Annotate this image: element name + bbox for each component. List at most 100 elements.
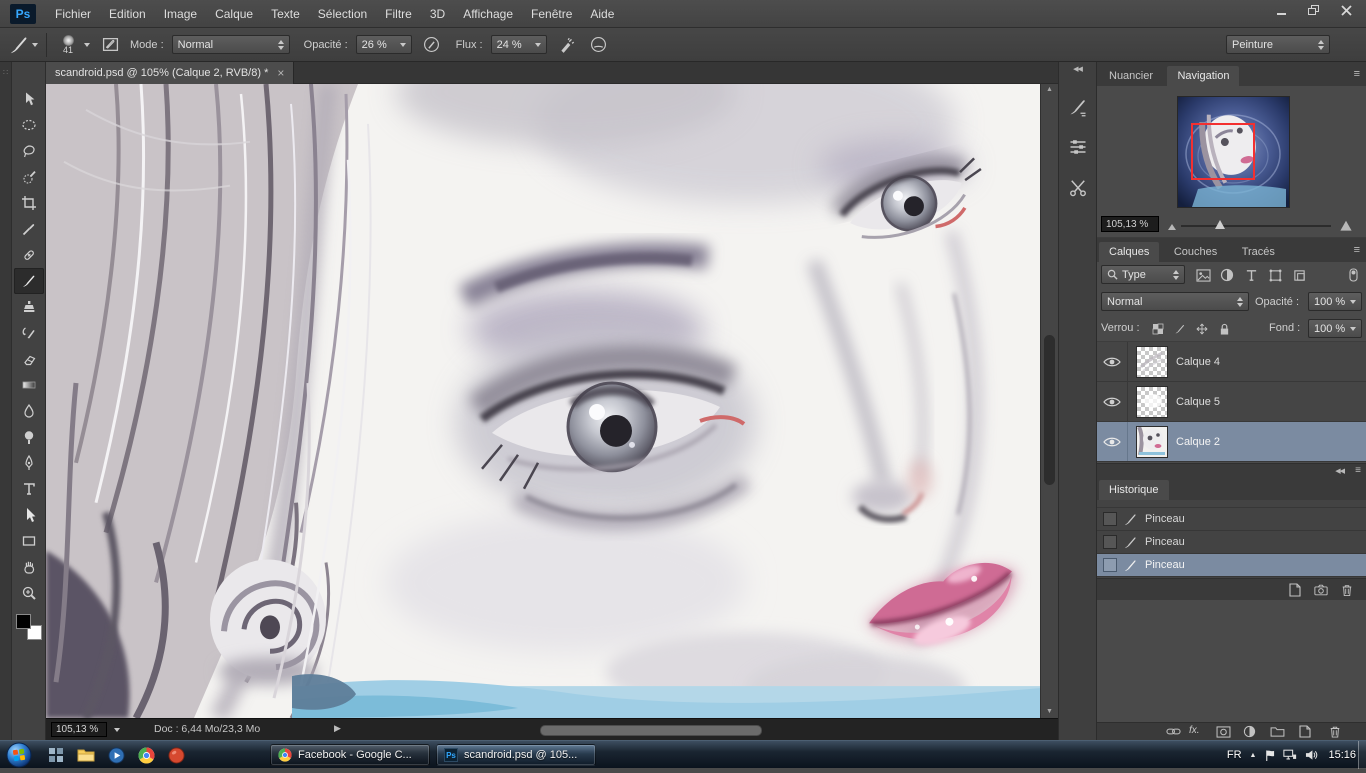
eyedropper-tool[interactable] — [14, 216, 44, 242]
color-swatches[interactable] — [15, 614, 42, 640]
expand-dock-button[interactable]: ◀◀ — [1059, 62, 1096, 78]
layer-row-calque4[interactable]: Calque 4 — [1097, 342, 1366, 382]
lock-pixels-button[interactable] — [1171, 320, 1189, 338]
layer-thumbnail[interactable] — [1136, 385, 1168, 418]
dock-grip[interactable]: ∷ — [3, 68, 8, 77]
restore-button[interactable] — [1300, 3, 1328, 18]
history-row-clipped[interactable]: Pinceau — [1097, 500, 1366, 508]
mode-select[interactable]: Normal — [171, 35, 290, 54]
rectangle-tool[interactable] — [14, 528, 44, 554]
pen-tool[interactable] — [14, 450, 44, 476]
tab-nuancier[interactable]: Nuancier — [1099, 66, 1163, 86]
menu-item-calque[interactable]: Calque — [206, 0, 262, 28]
eraser-tool[interactable] — [14, 346, 44, 372]
document-tab-close[interactable]: × — [277, 67, 284, 79]
vertical-scrollbar[interactable]: ▲ ▼ — [1040, 84, 1058, 718]
zoom-tool[interactable] — [14, 580, 44, 606]
vertical-scroll-thumb[interactable] — [1044, 335, 1055, 485]
show-desktop-button[interactable] — [1358, 741, 1366, 769]
opacity-select[interactable]: 26 % — [355, 35, 412, 54]
history-row-1[interactable]: Pinceau — [1097, 508, 1366, 531]
layer-visibility-toggle[interactable] — [1097, 382, 1128, 421]
add-layer-mask-button[interactable] — [1213, 724, 1233, 739]
taskbar-button-chrome[interactable]: Facebook - Google C... — [270, 744, 430, 766]
start-button[interactable] — [6, 742, 32, 768]
menu-item-3d[interactable]: 3D — [421, 0, 454, 28]
menu-item-selection[interactable]: Sélection — [309, 0, 376, 28]
link-layers-button[interactable] — [1163, 724, 1183, 739]
zoom-in-mountain-icon[interactable] — [1339, 218, 1353, 232]
menu-item-aide[interactable]: Aide — [581, 0, 623, 28]
history-source-checkbox[interactable] — [1103, 558, 1117, 572]
layer-visibility-toggle[interactable] — [1097, 422, 1128, 461]
path-selection-tool[interactable] — [14, 502, 44, 528]
tab-traces[interactable]: Tracés — [1232, 242, 1285, 262]
layer-thumbnail[interactable] — [1136, 425, 1168, 458]
panel-menu-icon[interactable]: ≡ — [1355, 465, 1361, 476]
scroll-down-button[interactable]: ▼ — [1041, 706, 1058, 718]
brush-preset-picker[interactable]: 41 — [55, 34, 90, 55]
minimize-button[interactable] — [1268, 3, 1296, 18]
quick-selection-tool[interactable] — [14, 164, 44, 190]
airbrush-button[interactable] — [555, 33, 579, 57]
hand-tool[interactable] — [14, 554, 44, 580]
history-row-3[interactable]: Pinceau — [1097, 554, 1366, 577]
navigator-zoom-field[interactable]: 105,13 % — [1101, 216, 1159, 232]
layer-row-calque2[interactable]: Calque 2 — [1097, 422, 1366, 462]
menu-item-filtre[interactable]: Filtre — [376, 0, 421, 28]
canvas-artwork[interactable] — [46, 84, 1040, 718]
panel-menu-icon[interactable]: ≡ — [1354, 244, 1360, 256]
elliptical-marquee-tool[interactable] — [14, 112, 44, 138]
layer-row-calque5[interactable]: Calque 5 — [1097, 382, 1366, 422]
filter-smart-objects-button[interactable] — [1289, 266, 1309, 284]
filter-type-layers-button[interactable] — [1241, 266, 1261, 284]
layer-visibility-toggle[interactable] — [1097, 342, 1128, 381]
media-player-quicklaunch[interactable] — [104, 745, 128, 765]
new-document-from-state-button[interactable] — [1286, 582, 1304, 598]
flow-select[interactable]: 24 % — [490, 35, 547, 54]
tab-historique[interactable]: Historique — [1099, 480, 1169, 500]
horizontal-scroll-thumb[interactable] — [540, 725, 762, 736]
taskbar-button-photoshop[interactable]: Ps scandroid.psd @ 105... — [436, 744, 596, 766]
navigator-thumbnail[interactable] — [1177, 96, 1290, 208]
clock[interactable]: 15:16 — [1328, 749, 1356, 761]
browser-quicklaunch[interactable] — [164, 745, 188, 765]
tab-navigation[interactable]: Navigation — [1167, 66, 1240, 86]
filter-pixel-layers-button[interactable] — [1193, 266, 1213, 284]
history-source-checkbox[interactable] — [1103, 512, 1117, 526]
layer-filter-select[interactable]: Type — [1101, 265, 1185, 284]
brush-presets-panel-button[interactable] — [1059, 90, 1096, 124]
new-group-button[interactable] — [1267, 724, 1287, 739]
blend-mode-select[interactable]: Normal — [1101, 292, 1249, 311]
tab-calques[interactable]: Calques — [1099, 242, 1160, 262]
volume-icon[interactable] — [1305, 749, 1318, 761]
status-arrow[interactable]: ▶ — [334, 723, 341, 734]
pressure-size-button[interactable] — [587, 33, 611, 57]
pressure-opacity-button[interactable] — [420, 33, 444, 57]
menu-item-edition[interactable]: Edition — [100, 0, 155, 28]
action-center-flag-icon[interactable] — [1264, 749, 1275, 762]
layer-thumbnail[interactable] — [1136, 345, 1168, 378]
crop-tool[interactable] — [14, 190, 44, 216]
menu-item-fenetre[interactable]: Fenêtre — [522, 0, 581, 28]
history-source-checkbox[interactable] — [1103, 535, 1117, 549]
lock-all-button[interactable] — [1215, 320, 1233, 338]
new-layer-button[interactable] — [1295, 724, 1315, 739]
new-snapshot-button[interactable] — [1312, 582, 1330, 598]
type-tool[interactable] — [14, 476, 44, 502]
layer-opacity-field[interactable]: 100 % — [1308, 292, 1362, 311]
menu-item-image[interactable]: Image — [155, 0, 206, 28]
dodge-tool[interactable] — [14, 424, 44, 450]
zoom-out-mountain-icon[interactable] — [1167, 221, 1177, 231]
move-tool[interactable] — [14, 86, 44, 112]
canvas-area[interactable] — [46, 84, 1040, 718]
layer-style-button[interactable]: fx. — [1189, 725, 1200, 736]
show-desktop-quicklaunch[interactable] — [44, 745, 68, 765]
history-brush-tool[interactable] — [14, 320, 44, 346]
delete-layer-button[interactable] — [1325, 724, 1345, 739]
fill-field[interactable]: 100 % — [1308, 319, 1362, 338]
workspace-select[interactable]: Peinture — [1226, 35, 1330, 54]
menu-item-affichage[interactable]: Affichage — [454, 0, 522, 28]
scroll-up-button[interactable]: ▲ — [1041, 84, 1058, 96]
filter-adjustment-layers-button[interactable] — [1217, 266, 1237, 284]
